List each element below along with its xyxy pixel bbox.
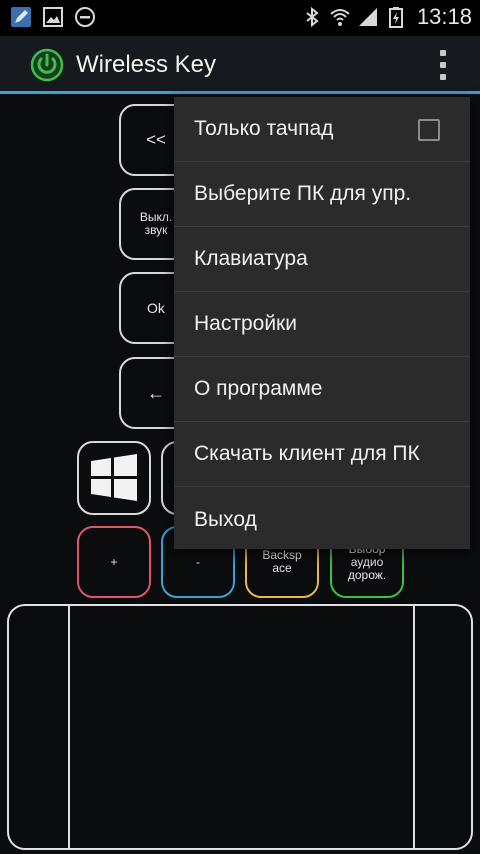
status-bar: 13:18 — [0, 0, 480, 36]
menu-item-label: Выберите ПК для упр. — [194, 182, 412, 205]
ok-label: Ok — [147, 300, 165, 316]
menu-item-touchpad-only[interactable]: Только тачпад — [174, 97, 470, 162]
overflow-menu-button[interactable] — [428, 48, 458, 82]
menu-item-settings[interactable]: Настройки — [174, 292, 470, 357]
touchpad-only-checkbox[interactable] — [418, 119, 440, 141]
menu-item-select-pc[interactable]: Выберите ПК для упр. — [174, 162, 470, 227]
back-arrow-label: ← — [147, 382, 165, 403]
wifi-icon — [330, 9, 350, 26]
backspace-label: Backsp ace — [262, 548, 302, 575]
action-bar: Wireless Key — [0, 36, 480, 94]
image-notification-icon — [43, 7, 63, 27]
overflow-menu: Только тачпад Выберите ПК для упр. Клави… — [174, 97, 470, 549]
menu-item-download-client[interactable]: Скачать клиент для ПК — [174, 422, 470, 487]
battery-charging-icon — [388, 7, 403, 28]
menu-item-label: Скачать клиент для ПК — [194, 442, 420, 465]
pencil-notification-icon — [11, 7, 31, 27]
prev-label: << — [146, 130, 166, 149]
menu-item-label: Выход — [194, 507, 257, 531]
windows-logo-icon — [91, 454, 137, 501]
menu-item-label: О программе — [194, 377, 323, 400]
overflow-dot-icon — [440, 62, 446, 68]
notification-icons — [10, 6, 96, 28]
windows-button[interactable] — [77, 441, 151, 515]
bluetooth-icon — [306, 6, 319, 28]
do-not-disturb-icon — [75, 7, 95, 27]
power-icon — [30, 48, 64, 82]
signal-icon — [358, 8, 377, 26]
menu-item-about[interactable]: О программе — [174, 357, 470, 422]
overflow-dot-icon — [440, 50, 446, 56]
menu-item-label: Клавиатура — [194, 247, 308, 270]
touchpad-left-divider — [68, 606, 70, 848]
minus-label: - — [196, 554, 200, 569]
menu-item-label: Настройки — [194, 312, 297, 335]
clock: 13:18 — [416, 4, 472, 29]
menu-item-keyboard[interactable]: Клавиатура — [174, 227, 470, 292]
touchpad[interactable] — [7, 604, 473, 850]
touchpad-right-divider — [413, 606, 415, 848]
plus-button[interactable]: + — [77, 526, 151, 598]
app-title: Wireless Key — [76, 51, 217, 78]
system-icons: 13:18 — [301, 4, 472, 30]
overflow-dot-icon — [440, 74, 446, 80]
plus-label: + — [110, 554, 118, 569]
menu-item-label: Только тачпад — [194, 117, 334, 140]
menu-item-exit[interactable]: Выход — [174, 487, 470, 552]
